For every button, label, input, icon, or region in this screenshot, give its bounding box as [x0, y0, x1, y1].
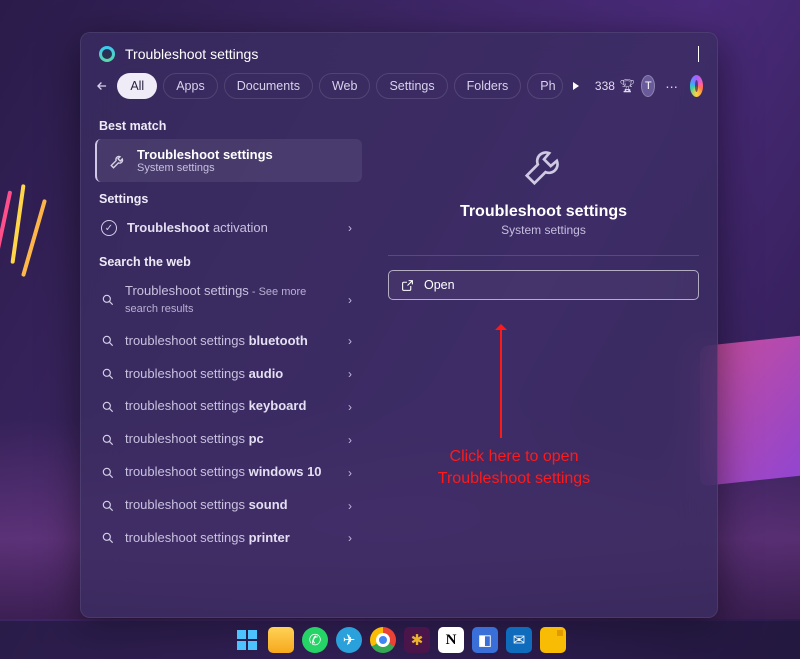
- windows-logo-icon: [237, 630, 257, 650]
- search-icon: [99, 46, 115, 62]
- chevron-right-icon: ›: [348, 367, 356, 381]
- chevron-right-icon: ›: [348, 433, 356, 447]
- results-left-pane: Best match Troubleshoot settings System …: [81, 109, 374, 617]
- web-result-2[interactable]: troubleshoot settings audio ›: [97, 358, 366, 391]
- preview-title: Troubleshoot settings: [388, 203, 699, 221]
- tab-web[interactable]: Web: [319, 73, 370, 99]
- user-avatar[interactable]: T: [641, 75, 655, 97]
- web-result-label: troubleshoot settings sound: [125, 497, 338, 514]
- trophy-icon: 🏆︎: [619, 78, 636, 94]
- tab-settings[interactable]: Settings: [376, 73, 447, 99]
- settings-result-troubleshoot-activation[interactable]: Troubleshoot activation ›: [97, 212, 366, 245]
- web-result-4[interactable]: troubleshoot settings pc ›: [97, 423, 366, 456]
- tabs-scroll-right[interactable]: [569, 74, 583, 98]
- web-result-0[interactable]: Troubleshoot settings - See more search …: [97, 275, 366, 325]
- best-match-subtitle: System settings: [137, 162, 273, 174]
- play-icon: [571, 81, 581, 91]
- taskbar-app-blue[interactable]: ◧: [472, 627, 498, 653]
- tab-folders[interactable]: Folders: [454, 73, 522, 99]
- search-bar[interactable]: [81, 33, 717, 73]
- taskbar: ✆ ✈︎ ✱ N ◧ ✉︎: [0, 621, 800, 659]
- web-result-label: troubleshoot settings bluetooth: [125, 333, 338, 350]
- settings-heading: Settings: [99, 192, 374, 206]
- taskbar-whatsapp[interactable]: ✆: [302, 627, 328, 653]
- web-result-6[interactable]: troubleshoot settings sound ›: [97, 489, 366, 522]
- rewards-points[interactable]: 338 🏆︎: [595, 78, 636, 94]
- search-icon: [101, 367, 115, 381]
- chevron-right-icon: ›: [348, 221, 356, 235]
- wrench-icon-large: [521, 143, 567, 189]
- taskbar-keep[interactable]: [540, 627, 566, 653]
- open-button-label: Open: [424, 278, 455, 292]
- search-icon: [101, 433, 115, 447]
- desktop-shape-left: [0, 180, 70, 300]
- search-input[interactable]: [125, 46, 688, 62]
- taskbar-file-explorer[interactable]: [268, 627, 294, 653]
- back-button[interactable]: [95, 74, 109, 98]
- search-icon: [101, 334, 115, 348]
- chevron-right-icon: ›: [348, 334, 356, 348]
- best-match-result[interactable]: Troubleshoot settings System settings: [95, 139, 362, 182]
- web-result-label: troubleshoot settings printer: [125, 530, 338, 547]
- settings-check-icon: [101, 220, 117, 236]
- arrow-left-icon: [95, 79, 109, 93]
- wrench-icon: [109, 152, 127, 170]
- chevron-right-icon: ›: [348, 400, 356, 414]
- search-icon: [101, 499, 115, 513]
- tab-all[interactable]: All: [117, 73, 157, 99]
- tab-apps[interactable]: Apps: [163, 73, 218, 99]
- taskbar-slack[interactable]: ✱: [404, 627, 430, 653]
- web-result-label: troubleshoot settings windows 10: [125, 464, 338, 481]
- divider: [388, 255, 699, 256]
- filter-tabs-row: All Apps Documents Web Settings Folders …: [81, 73, 717, 109]
- chevron-right-icon: ›: [348, 499, 356, 513]
- copilot-icon[interactable]: [690, 75, 703, 97]
- annotation-text: Click here to open Troubleshoot settings: [414, 446, 614, 489]
- web-result-label: troubleshoot settings keyboard: [125, 398, 338, 415]
- preview-subtitle: System settings: [388, 223, 699, 237]
- open-external-icon: [401, 279, 414, 292]
- points-value: 338: [595, 79, 615, 93]
- chevron-right-icon: ›: [348, 293, 356, 307]
- taskbar-outlook[interactable]: ✉︎: [506, 627, 532, 653]
- taskbar-notion[interactable]: N: [438, 627, 464, 653]
- taskbar-telegram[interactable]: ✈︎: [336, 627, 362, 653]
- more-button[interactable]: ⋯: [661, 79, 684, 94]
- settings-result-label: Troubleshoot activation: [127, 220, 338, 237]
- taskbar-chrome[interactable]: [370, 627, 396, 653]
- tab-documents[interactable]: Documents: [224, 73, 313, 99]
- chevron-right-icon: ›: [348, 466, 356, 480]
- tab-photos[interactable]: Ph: [527, 73, 562, 99]
- search-icon: [101, 531, 115, 545]
- web-result-7[interactable]: troubleshoot settings printer ›: [97, 522, 366, 555]
- search-icon: [101, 400, 115, 414]
- search-icon: [101, 293, 115, 307]
- text-cursor: [698, 46, 699, 62]
- start-button[interactable]: [234, 627, 260, 653]
- chevron-right-icon: ›: [348, 531, 356, 545]
- best-match-heading: Best match: [99, 119, 374, 133]
- open-button[interactable]: Open: [388, 270, 699, 300]
- search-web-heading: Search the web: [99, 255, 374, 269]
- web-result-label: troubleshoot settings pc: [125, 431, 338, 448]
- web-result-label: Troubleshoot settings - See more search …: [125, 283, 338, 317]
- web-result-1[interactable]: troubleshoot settings bluetooth ›: [97, 325, 366, 358]
- web-result-label: troubleshoot settings audio: [125, 366, 338, 383]
- web-result-3[interactable]: troubleshoot settings keyboard ›: [97, 390, 366, 423]
- search-icon: [101, 466, 115, 480]
- annotation-arrow: [500, 326, 502, 438]
- best-match-title: Troubleshoot settings: [137, 147, 273, 162]
- web-result-5[interactable]: troubleshoot settings windows 10 ›: [97, 456, 366, 489]
- preview-right-pane: Troubleshoot settings System settings Op…: [374, 109, 717, 617]
- search-panel: All Apps Documents Web Settings Folders …: [80, 32, 718, 618]
